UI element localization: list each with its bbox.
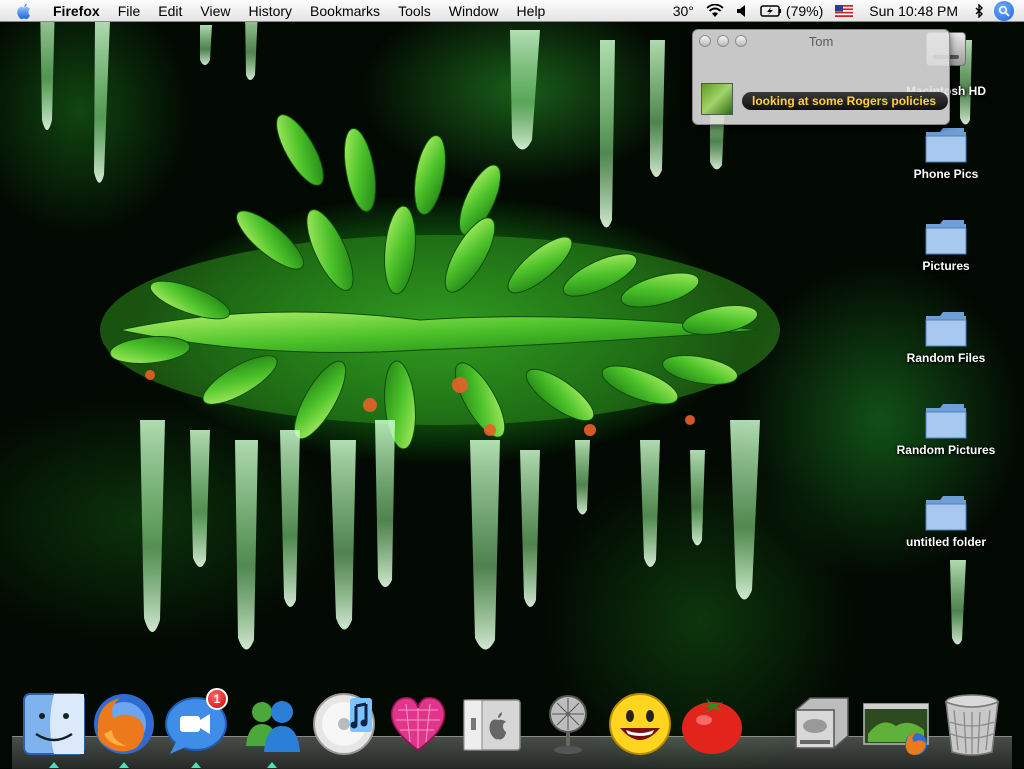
folder-icon <box>924 492 968 532</box>
fan-icon <box>549 695 587 754</box>
running-indicator <box>267 762 277 768</box>
temperature-readout[interactable]: 30° <box>667 0 700 22</box>
notification-titlebar[interactable]: Tom <box>693 30 949 52</box>
boot-camp-icon <box>463 699 521 751</box>
menu-edit[interactable]: Edit <box>149 0 191 22</box>
running-indicator <box>191 762 201 768</box>
desktop-icon-random-files[interactable]: Random Files <box>886 308 1006 365</box>
desktop-icon-untitled-folder[interactable]: untitled folder <box>886 492 1006 549</box>
dock-item-finder[interactable] <box>20 690 88 768</box>
dock-item-trash[interactable] <box>938 690 1006 758</box>
apple-menu-icon[interactable] <box>14 1 34 21</box>
desktop-icon-phone-pics[interactable]: Phone Pics <box>886 124 1006 181</box>
notification-title: Tom <box>808 34 834 49</box>
folder-icon <box>924 124 968 164</box>
folder-icon <box>924 400 968 440</box>
buddy-avatar <box>701 83 733 115</box>
battery-status[interactable]: (79%) <box>754 0 829 22</box>
dock-item-pink-heart[interactable] <box>384 690 452 758</box>
desktop-icon-label: Pictures <box>922 259 970 273</box>
dock: 1 <box>0 686 1024 768</box>
msn-messenger-icon <box>246 701 300 752</box>
us-flag-icon[interactable] <box>829 5 859 17</box>
menu-history[interactable]: History <box>239 0 301 22</box>
folder-icon <box>924 216 968 256</box>
yahoo-messenger-icon <box>609 693 671 755</box>
battery-percent: (79%) <box>785 3 824 19</box>
menu-bar: Firefox File Edit View History Bookmarks… <box>0 0 1024 22</box>
menu-view[interactable]: View <box>191 0 239 22</box>
dock-item-boot-camp[interactable] <box>458 690 526 758</box>
dock-item-itunes[interactable] <box>310 690 378 758</box>
menu-tools[interactable]: Tools <box>389 0 440 22</box>
desktop-icon-label: Random Pictures <box>896 443 996 457</box>
dock-item-firefox-download-window[interactable] <box>862 690 930 758</box>
finder-icon <box>23 693 85 755</box>
folder-icon <box>924 308 968 348</box>
desktop-icon-random-pictures[interactable]: Random Pictures <box>886 400 1006 457</box>
dock-item-fan[interactable] <box>534 690 602 758</box>
menu-file[interactable]: File <box>109 0 150 22</box>
hard-drive-icon <box>795 697 849 749</box>
dock-item-firefox[interactable] <box>90 690 158 768</box>
dock-item-ichat[interactable]: 1 <box>162 688 230 768</box>
menu-help[interactable]: Help <box>508 0 555 22</box>
dock-item-hard-drive[interactable] <box>788 690 856 758</box>
volume-icon[interactable] <box>730 4 754 18</box>
desktop-icon-pictures[interactable]: Pictures <box>886 216 1006 273</box>
app-menu-firefox[interactable]: Firefox <box>44 0 109 22</box>
menu-bookmarks[interactable]: Bookmarks <box>301 0 389 22</box>
menu-window[interactable]: Window <box>440 0 508 22</box>
trash-icon <box>945 694 999 756</box>
desktop-icon-label: Phone Pics <box>913 167 979 181</box>
wifi-icon[interactable] <box>700 4 730 18</box>
dock-item-yahoo-messenger[interactable] <box>606 690 674 758</box>
running-indicator <box>49 762 59 768</box>
desktop-icon-label: untitled folder <box>906 535 986 549</box>
pink-heart-icon <box>390 697 446 751</box>
battery-icon <box>760 5 782 17</box>
firefox-download-window-icon <box>863 703 929 755</box>
spotlight-icon[interactable] <box>994 1 1014 21</box>
menu-extras: 30° (79%) Sun 10:48 PM <box>667 0 1024 22</box>
desktop-icon-label: Random Files <box>906 351 986 365</box>
notification-badge: 1 <box>206 688 228 710</box>
itunes-icon <box>313 693 375 755</box>
tomato-icon <box>682 698 742 754</box>
dock-item-tomato[interactable] <box>678 690 746 758</box>
firefox-icon <box>94 694 154 754</box>
notification-message: looking at some Rogers policies <box>742 92 949 110</box>
bluetooth-icon[interactable] <box>968 4 990 18</box>
running-indicator <box>119 762 129 768</box>
buddy-notification-window[interactable]: Tom looking at some Rogers policies <box>692 29 950 125</box>
dock-item-msn-messenger[interactable] <box>238 690 306 768</box>
menu-clock[interactable]: Sun 10:48 PM <box>859 0 968 22</box>
